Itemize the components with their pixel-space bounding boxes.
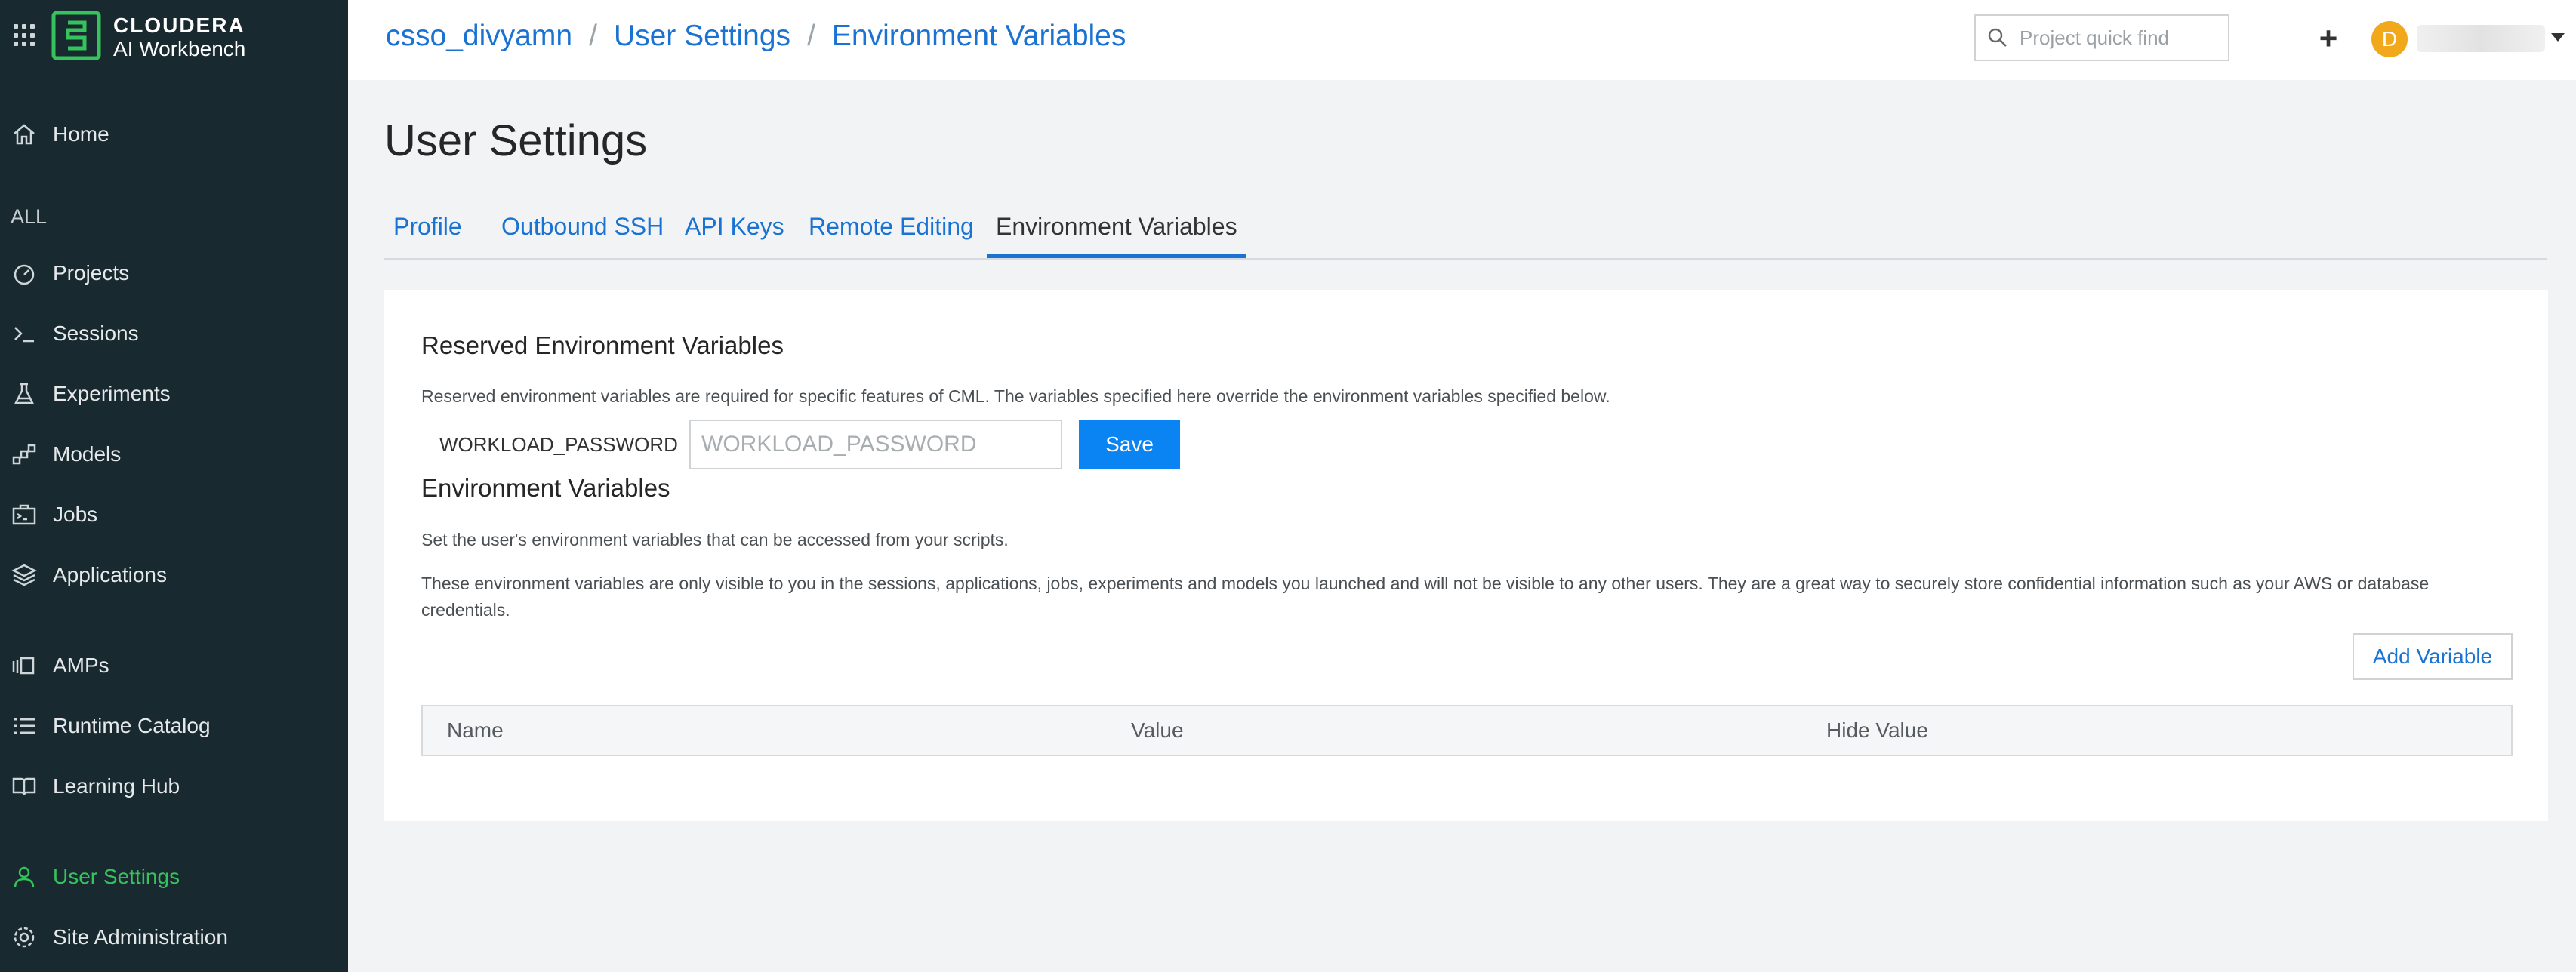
breadcrumb-separator: / (589, 20, 597, 52)
sidebar-item-label: Home (53, 122, 109, 146)
flask-icon (14, 383, 35, 404)
book-icon (12, 777, 36, 796)
add-new-button[interactable]: + (2309, 20, 2347, 57)
column-value: Value (1131, 718, 1184, 742)
reserved-description: Reserved environment variables are requi… (421, 386, 1610, 406)
breadcrumb-separator: / (807, 20, 815, 52)
user-icon (14, 866, 35, 888)
terminal-prompt-icon (14, 327, 34, 343)
breadcrumb-environment-variables[interactable]: Environment Variables (832, 20, 1126, 53)
workload-password-input[interactable] (689, 420, 1062, 469)
sidebar-item-applications[interactable]: Applications (0, 552, 348, 598)
column-name: Name (447, 718, 504, 742)
sidebar-item-learning-hub[interactable]: Learning Hub (0, 764, 348, 809)
save-button[interactable]: Save (1079, 420, 1180, 469)
sidebar-section-label: ALL (11, 205, 48, 228)
sidebar-item-label: AMPs (53, 654, 109, 677)
gear-icon (14, 927, 35, 948)
user-menu-caret-icon[interactable] (2551, 33, 2565, 42)
sidebar-item-label: Models (53, 442, 122, 466)
sidebar-item-experiments[interactable]: Experiments (0, 371, 348, 417)
apps-grid-icon[interactable] (14, 24, 36, 47)
sidebar-item-label: Sessions (53, 321, 139, 345)
tab-profile[interactable]: Profile (384, 213, 471, 258)
breadcrumb-user-settings[interactable]: User Settings (614, 20, 790, 53)
list-icon (14, 718, 35, 734)
sidebar-item-models[interactable]: Models (0, 432, 348, 477)
top-bar: csso_divyamn / User Settings / Environme… (348, 0, 2576, 80)
reserved-heading: Reserved Environment Variables (421, 331, 784, 359)
project-search (1974, 14, 2229, 61)
sidebar-item-label: Jobs (53, 503, 98, 526)
tab-outbound-ssh[interactable]: Outbound SSH (492, 213, 673, 258)
workload-password-label: WORKLOAD_PASSWORD (439, 433, 678, 456)
sidebar-item-label: Runtime Catalog (53, 714, 211, 737)
home-icon (14, 124, 35, 145)
layers-icon (11, 564, 37, 586)
breadcrumb-project[interactable]: csso_divyamn (386, 20, 572, 53)
tab-environment-variables[interactable]: Environment Variables (987, 213, 1246, 258)
avatar[interactable]: D (2371, 21, 2408, 57)
sidebar: CLOUDERA AI Workbench Home ALL Projects … (0, 0, 348, 972)
sidebar-item-label: Experiments (53, 382, 171, 405)
column-hide-value: Hide Value (1826, 718, 1928, 742)
environment-variables-heading: Environment Variables (421, 474, 670, 502)
sidebar-item-label: Learning Hub (53, 774, 180, 798)
model-graph-icon (12, 444, 36, 465)
brand-name: CLOUDERA (113, 14, 245, 37)
sidebar-item-label: Site Administration (53, 925, 228, 949)
sidebar-item-label: Applications (53, 563, 167, 586)
cloudera-logo-icon (51, 11, 101, 60)
sidebar-item-home[interactable]: Home (0, 112, 348, 157)
settings-tabs: Profile Outbound SSH API Keys Remote Edi… (384, 202, 2547, 260)
environment-variables-note: These environment variables are only vis… (421, 574, 2430, 620)
tab-remote-editing[interactable]: Remote Editing (800, 213, 983, 258)
search-icon (1988, 28, 2007, 47)
tab-api-keys[interactable]: API Keys (676, 213, 793, 258)
sidebar-item-sessions[interactable]: Sessions (0, 311, 348, 356)
sidebar-item-user-settings[interactable]: User Settings (0, 854, 348, 900)
add-variable-button[interactable]: Add Variable (2353, 633, 2513, 680)
username-redacted[interactable] (2417, 25, 2545, 52)
brand-product: AI Workbench (113, 37, 246, 60)
environment-variables-panel: Reserved Environment Variables Reserved … (384, 290, 2548, 821)
sidebar-item-label: Projects (53, 261, 130, 285)
variables-table-header: Name Value Hide Value (421, 705, 2513, 756)
sidebar-item-label: User Settings (53, 865, 180, 888)
search-input[interactable] (2020, 26, 2223, 50)
sidebar-item-runtime-catalog[interactable]: Runtime Catalog (0, 703, 348, 749)
sidebar-item-site-administration[interactable]: Site Administration (0, 915, 348, 960)
breadcrumb: csso_divyamn / User Settings / Environme… (386, 20, 1126, 53)
environment-variables-description: Set the user's environment variables tha… (421, 530, 1009, 549)
page-title: User Settings (384, 116, 648, 165)
briefcase-terminal-icon (12, 504, 36, 525)
sidebar-item-jobs[interactable]: Jobs (0, 492, 348, 537)
gauge-icon (14, 264, 35, 285)
sidebar-item-amps[interactable]: AMPs (0, 643, 348, 688)
sidebar-item-projects[interactable]: Projects (0, 251, 348, 296)
amps-icon (12, 657, 35, 675)
